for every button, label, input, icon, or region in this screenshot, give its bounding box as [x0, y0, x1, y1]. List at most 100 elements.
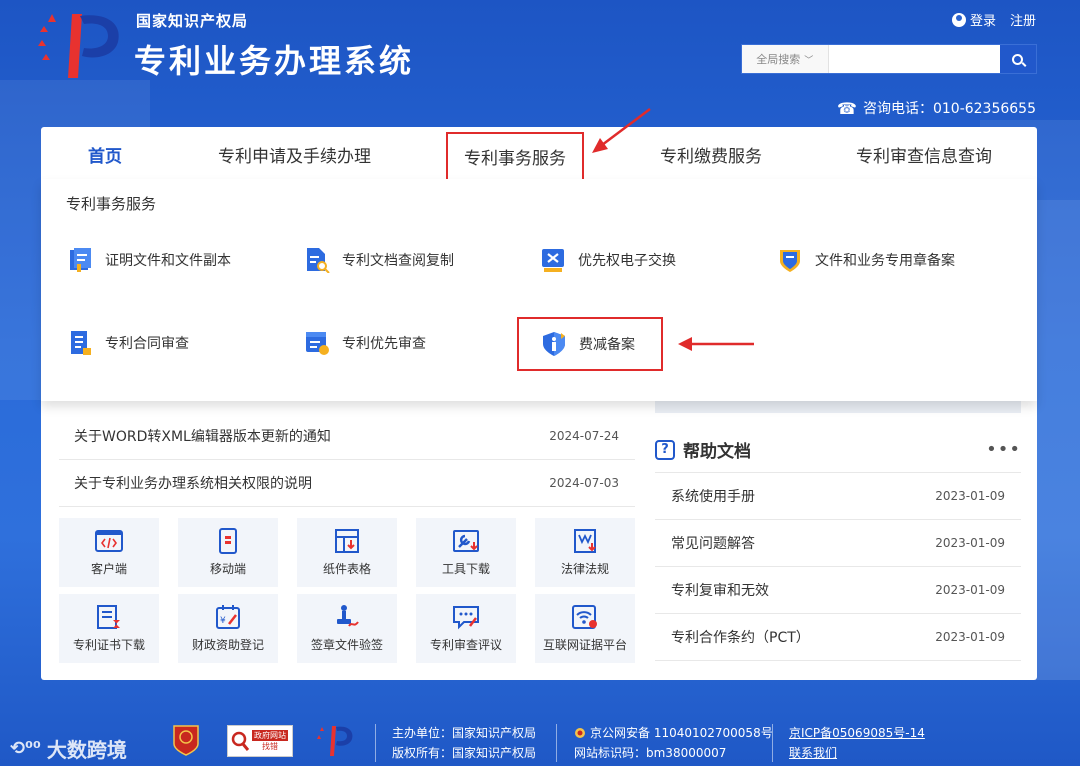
login-area: 登录 注册: [951, 10, 1036, 29]
help-question-icon: ?: [655, 439, 675, 460]
info-shield-icon: [543, 332, 565, 356]
watermark-logo-icon: ⟲⁰⁰: [10, 738, 41, 759]
tool-funding-registration[interactable]: ¥ 财政资助登记: [178, 594, 278, 663]
list-item[interactable]: 系统使用手册 2023-01-09: [655, 473, 1021, 520]
patent-affairs-dropdown: 专利事务服务 证明文件和文件副本 专利文档查阅复制 优先权电子交换 文件和业务专…: [41, 179, 1037, 401]
evidence-platform-icon: [572, 605, 597, 629]
news-title: 关于专利业务办理系统相关权限的说明: [74, 476, 312, 492]
footer-site-id: 网站标识码：bm38000007: [574, 746, 727, 760]
login-label: 登录: [969, 14, 996, 29]
menu-item-priority-exchange[interactable]: 优先权电子交换: [540, 247, 676, 273]
menu-item-certificates[interactable]: 证明文件和文件副本: [67, 247, 231, 273]
menu-item-label: 费减备案: [579, 337, 635, 353]
search-icon: [1012, 53, 1024, 65]
register-link[interactable]: 注册: [1010, 10, 1036, 29]
news-date: 2024-07-24: [549, 429, 619, 443]
tool-label: 财政资助登记: [191, 638, 264, 652]
police-badge-icon: [575, 727, 585, 738]
menu-item-priority-examination[interactable]: 专利优先审查: [304, 330, 426, 356]
cnipa-logo-icon: [38, 14, 119, 78]
menu-item-label: 专利合同审查: [105, 336, 189, 352]
search-scope-select[interactable]: 全局搜索 ﹀: [742, 45, 829, 73]
tab-application[interactable]: 专利申请及手续办理: [218, 142, 371, 167]
menu-item-label: 文件和业务专用章备案: [815, 253, 955, 269]
menu-item-contract-review[interactable]: 专利合同审查: [67, 330, 189, 356]
tool-examination-review[interactable]: 专利审查评议: [416, 594, 516, 663]
tool-client[interactable]: 客户端: [59, 518, 159, 587]
police-record-text: 京公网安备 11040102700058号: [590, 726, 773, 740]
main-card: 首页 专利申请及手续办理 专利事务服务 专利缴费服务 专利审查信息查询 关于WO…: [41, 127, 1037, 680]
list-item[interactable]: 专利复审和无效 2023-01-09: [655, 567, 1021, 614]
doc-search-icon: [307, 248, 330, 273]
contact-us-link[interactable]: 联系我们: [789, 744, 837, 761]
magnifier-icon: [231, 731, 250, 751]
help-title-text: 帮助文档: [683, 442, 751, 462]
watermark-text: 大数跨境: [46, 738, 127, 762]
funding-icon: ¥: [216, 605, 240, 629]
help-item-date: 2023-01-09: [935, 583, 1005, 597]
menu-item-seal-filing[interactable]: 文件和业务专用章备案: [777, 247, 955, 273]
menu-item-label: 专利优先审查: [342, 336, 426, 352]
menu-item-label: 证明文件和文件副本: [105, 253, 231, 269]
tool-mobile[interactable]: 移动端: [178, 518, 278, 587]
certificate-doc-icon: [70, 248, 91, 272]
tab-patent-affairs[interactable]: 专利事务服务: [446, 132, 584, 181]
law-book-icon: [574, 529, 596, 553]
system-title: 专利业务办理系统: [134, 42, 415, 80]
org-name: 国家知识产权局: [136, 12, 249, 30]
phone-icon: ☎: [837, 98, 857, 118]
tool-label: 移动端: [209, 562, 246, 576]
tool-label: 签章文件验签: [310, 638, 383, 652]
annotation-arrow-icon: [678, 337, 754, 351]
tool-label: 互联网证据平台: [542, 638, 627, 652]
gov-badge-top: 政府网站: [252, 730, 288, 741]
help-item-title: 专利合作条约（PCT）: [671, 630, 810, 646]
footer-copyright: 版权所有：国家知识产权局: [392, 746, 537, 760]
tool-label: 纸件表格: [322, 562, 371, 576]
tab-home[interactable]: 首页: [88, 142, 122, 167]
footer-police[interactable]: 京公网安备 11040102700058号: [574, 724, 773, 741]
menu-item-fee-reduction[interactable]: 费减备案: [517, 317, 663, 371]
chevron-down-icon: ﹀: [804, 55, 814, 66]
help-item-date: 2023-01-09: [935, 489, 1005, 503]
exchange-icon: [542, 249, 564, 272]
tab-examination-query[interactable]: 专利审查信息查询: [856, 142, 992, 167]
cnipa-footer-logo-icon: [317, 726, 353, 756]
more-button[interactable]: •••: [986, 439, 1021, 460]
gov-site-error-badge[interactable]: 政府网站 找错: [227, 725, 293, 757]
search-button[interactable]: [999, 45, 1036, 73]
list-item[interactable]: 关于WORD转XML编辑器版本更新的通知 2024-07-24: [59, 413, 635, 460]
wrench-download-icon: [453, 530, 479, 552]
news-date: 2024-07-03: [549, 476, 619, 490]
tool-label: 客户端: [90, 562, 127, 576]
stamp-verify-icon: [337, 605, 359, 627]
footer-divider: [375, 724, 376, 762]
tab-fee-payment[interactable]: 专利缴费服务: [660, 142, 762, 167]
tool-signature-verify[interactable]: 签章文件验签: [297, 594, 397, 663]
search-input[interactable]: [828, 45, 1000, 73]
tool-evidence-platform[interactable]: 互联网证据平台: [535, 594, 635, 663]
contract-icon: [71, 331, 91, 355]
code-window-icon: [95, 530, 123, 552]
menu-item-label: 专利文档查阅复制: [342, 253, 454, 269]
tool-certificate-download[interactable]: 专利证书下载: [59, 594, 159, 663]
icp-link[interactable]: 京ICP备05069085号-14: [789, 724, 925, 741]
menu-item-doc-access[interactable]: 专利文档查阅复制: [304, 247, 454, 273]
list-item[interactable]: 专利合作条约（PCT） 2023-01-09: [655, 614, 1021, 661]
tool-paper-forms[interactable]: 纸件表格: [297, 518, 397, 587]
certificate-download-icon: [97, 605, 120, 629]
tool-laws[interactable]: 法律法规: [535, 518, 635, 587]
list-item[interactable]: 关于专利业务办理系统相关权限的说明 2024-07-03: [59, 460, 635, 507]
list-item[interactable]: 常见问题解答 2023-01-09: [655, 520, 1021, 567]
tool-downloads[interactable]: 工具下载: [416, 518, 516, 587]
help-docs-panel: ? 帮助文档 ••• 系统使用手册 2023-01-09 常见问题解答 2023…: [655, 427, 1021, 661]
help-item-title: 系统使用手册: [671, 489, 755, 505]
login-link[interactable]: 登录: [951, 10, 996, 29]
hotline: ☎ 咨询电话：010-62356655: [837, 98, 1036, 118]
gov-badge-bottom: 找错: [262, 742, 278, 751]
help-item-date: 2023-01-09: [935, 536, 1005, 550]
dropdown-title: 专利事务服务: [66, 195, 157, 213]
news-list: 关于WORD转XML编辑器版本更新的通知 2024-07-24 关于专利业务办理…: [59, 413, 635, 507]
news-title: 关于WORD转XML编辑器版本更新的通知: [74, 429, 331, 445]
shield-stamp-icon: [780, 250, 800, 272]
